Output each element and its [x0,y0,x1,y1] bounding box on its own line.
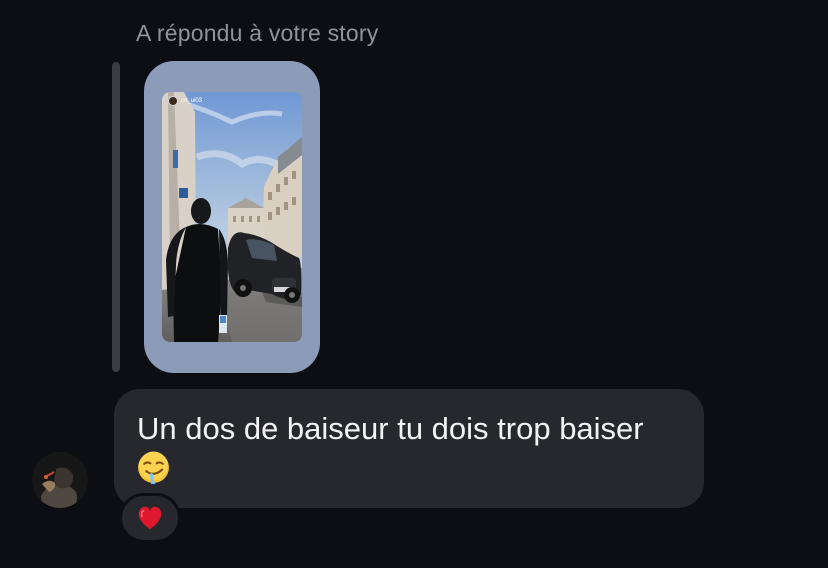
message-bubble[interactable]: Un dos de baiseur tu dois trop baiser [114,389,704,508]
story-user: co_ui03 [168,96,202,106]
red-heart-icon [138,506,162,530]
profile-photo-icon [32,452,88,508]
street-photo-icon [162,92,302,342]
story-username: co_ui03 [181,98,203,104]
message-text: Un dos de baiseur tu dois trop baiser [137,411,644,446]
story-preview-image[interactable]: co_ui03 [162,92,302,342]
message-text-block: Un dos de baiseur tu dois trop baiser [137,409,692,489]
sender-avatar[interactable] [32,452,88,508]
reply-caption: A répondu à votre story [136,20,379,46]
drooling-face-icon [138,451,169,484]
reply-indicator-bar [112,62,120,372]
story-reply-card[interactable]: co_ui03 [144,61,320,373]
story-avatar [168,96,178,106]
drooling-face-emoji [137,451,170,484]
reaction-badge[interactable] [119,493,181,543]
